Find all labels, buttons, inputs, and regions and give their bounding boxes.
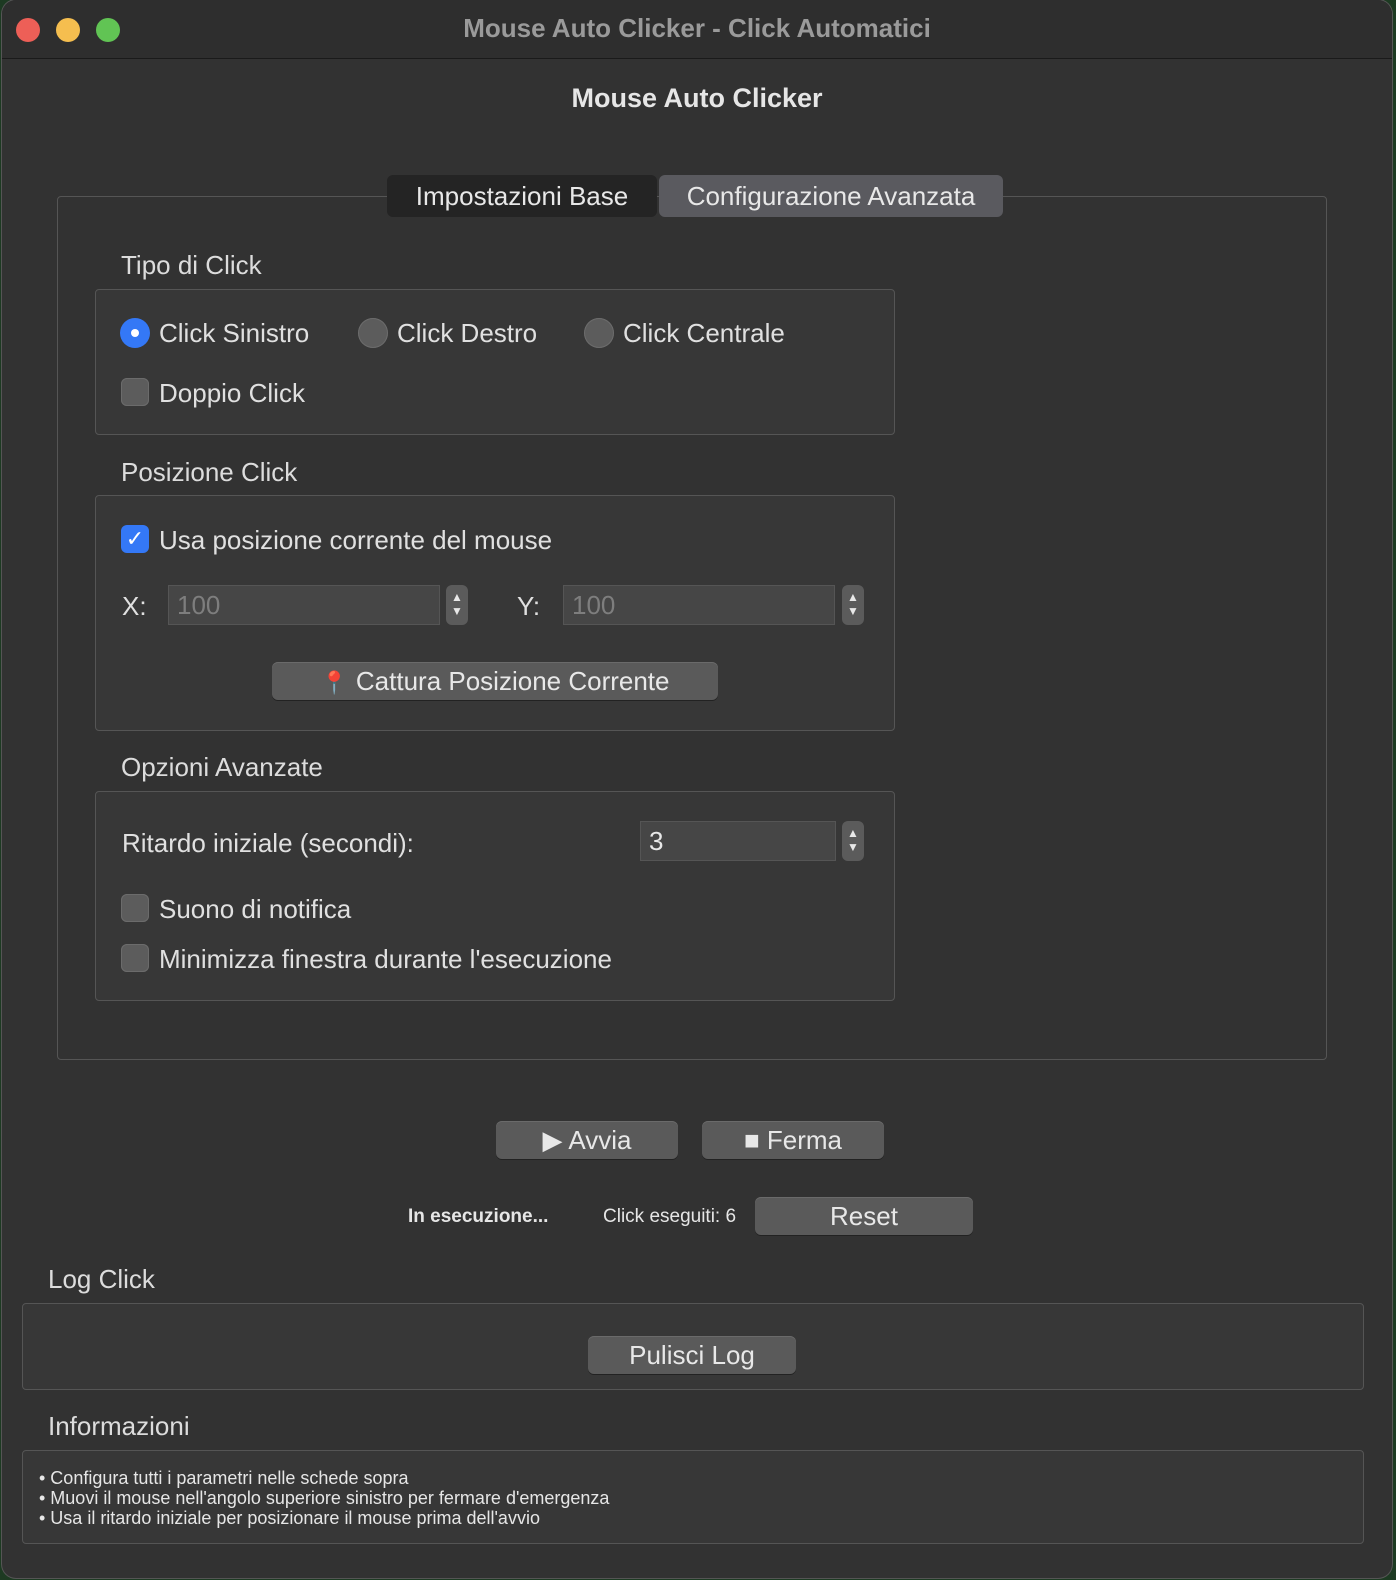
- y-label: Y:: [517, 591, 541, 621]
- initial-delay-input[interactable]: 3: [640, 821, 836, 861]
- click-type-group: Click Sinistro Click Destro Click Centra…: [95, 289, 895, 435]
- advanced-group-label: Opzioni Avanzate: [121, 752, 323, 782]
- app-title: Mouse Auto Clicker: [571, 83, 823, 113]
- double-click-label[interactable]: Doppio Click: [159, 378, 305, 409]
- initial-delay-label: Ritardo iniziale (secondi):: [122, 828, 414, 858]
- chevron-down-icon: ▼: [847, 604, 859, 618]
- start-button[interactable]: ▶ Avvia: [496, 1121, 678, 1159]
- reset-button[interactable]: Reset: [755, 1197, 973, 1235]
- capture-position-label: Cattura Posizione Corrente: [355, 666, 670, 696]
- info-line: • Muovi il mouse nell'angolo superiore s…: [39, 1488, 610, 1508]
- y-coordinate-input[interactable]: 100: [563, 585, 835, 625]
- chevron-down-icon: ▼: [847, 840, 859, 854]
- position-group: ✓ Usa posizione corrente del mouse X: 10…: [95, 495, 895, 731]
- radio-click-destro[interactable]: [358, 318, 388, 348]
- log-section: Pulisci Log: [22, 1303, 1364, 1390]
- position-group-label: Posizione Click: [121, 457, 298, 487]
- minimize-window-checkbox[interactable]: [121, 944, 149, 972]
- window-title: Mouse Auto Clicker - Click Automatici: [463, 13, 931, 43]
- pushpin-icon: 📍: [320, 670, 348, 695]
- chevron-up-icon: ▲: [847, 590, 859, 604]
- tab-bar: Impostazioni Base Configurazione Avanzat…: [387, 175, 1003, 217]
- chevron-down-icon: ▼: [451, 604, 463, 618]
- y-stepper[interactable]: ▲ ▼: [842, 585, 864, 625]
- radio-click-centrale[interactable]: [584, 318, 614, 348]
- x-stepper[interactable]: ▲ ▼: [446, 585, 468, 625]
- use-current-position-checkbox[interactable]: ✓: [121, 525, 149, 553]
- x-coordinate-input[interactable]: 100: [168, 585, 440, 625]
- tab-impostazioni-base[interactable]: Impostazioni Base: [387, 175, 657, 217]
- radio-click-sinistro[interactable]: [120, 318, 150, 348]
- capture-position-button[interactable]: 📍 Cattura Posizione Corrente: [272, 662, 718, 700]
- info-list: • Configura tutti i parametri nelle sche…: [39, 1468, 609, 1528]
- use-current-position-label[interactable]: Usa posizione corrente del mouse: [159, 525, 552, 556]
- notification-sound-label[interactable]: Suono di notifica: [159, 894, 351, 925]
- tab-configurazione-avanzata[interactable]: Configurazione Avanzata: [659, 175, 1003, 217]
- info-section-label: Informazioni: [48, 1411, 190, 1441]
- clear-log-button[interactable]: Pulisci Log: [588, 1336, 796, 1374]
- click-type-group-label: Tipo di Click: [121, 250, 262, 280]
- chevron-up-icon: ▲: [847, 826, 859, 840]
- radio-label-click-sinistro[interactable]: Click Sinistro: [159, 318, 309, 349]
- title-bar: Mouse Auto Clicker - Click Automatici: [2, 0, 1392, 59]
- chevron-up-icon: ▲: [451, 590, 463, 604]
- info-section: • Configura tutti i parametri nelle sche…: [22, 1450, 1364, 1544]
- stop-button[interactable]: ■ Ferma: [702, 1121, 884, 1159]
- radio-label-click-centrale[interactable]: Click Centrale: [623, 318, 785, 349]
- minimize-window-label[interactable]: Minimizza finestra durante l'esecuzione: [159, 944, 612, 975]
- info-line: • Usa il ritardo iniziale per posizionar…: [39, 1508, 540, 1528]
- info-line: • Configura tutti i parametri nelle sche…: [39, 1468, 409, 1488]
- advanced-group: Ritardo iniziale (secondi): 3 ▲ ▼ Suono d…: [95, 791, 895, 1001]
- clicks-count: Click eseguiti: 6: [603, 1206, 737, 1227]
- notification-sound-checkbox[interactable]: [121, 894, 149, 922]
- log-section-label: Log Click: [48, 1264, 155, 1294]
- double-click-checkbox[interactable]: [121, 378, 149, 406]
- status-text: In esecuzione...: [408, 1206, 549, 1227]
- radio-label-click-destro[interactable]: Click Destro: [397, 318, 537, 349]
- initial-delay-stepper[interactable]: ▲ ▼: [842, 821, 864, 861]
- x-label: X:: [122, 591, 147, 621]
- app-window: Mouse Auto Clicker - Click Automatici Mo…: [2, 0, 1392, 1578]
